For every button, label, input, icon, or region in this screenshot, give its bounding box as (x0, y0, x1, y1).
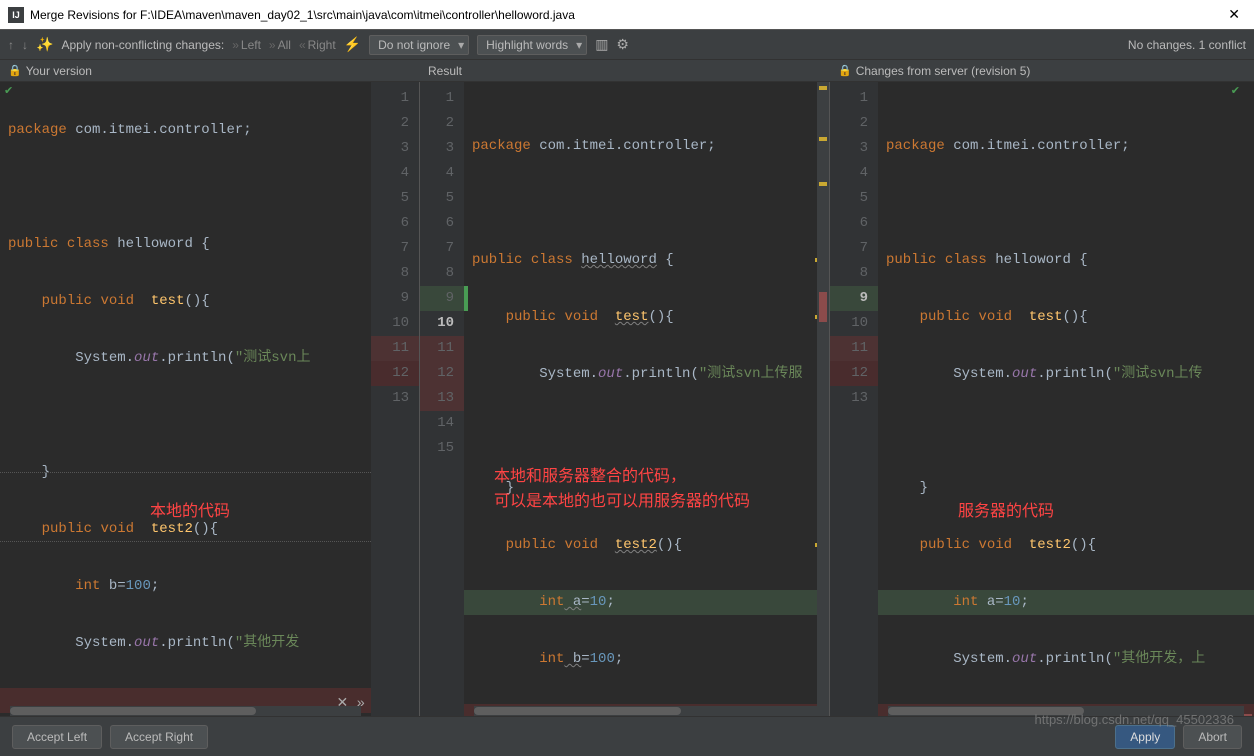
scrollbar-h[interactable] (474, 706, 819, 716)
merge-panes: ✔ package com.itmei.controller; public c… (0, 82, 1254, 716)
pane-server-version[interactable]: 12345678910111213 ✔ package com.itmei.co… (830, 82, 1254, 716)
watermark: https://blog.csdn.net/qq_45502336 (1035, 712, 1235, 727)
gutter-left: 12345678910111213 (371, 82, 419, 716)
next-change-icon[interactable]: ↓ (22, 38, 28, 52)
gear-icon[interactable]: ⚙ (616, 36, 629, 53)
gutter-right: 12345678910111213 (830, 82, 878, 716)
resolve-wand-icon[interactable]: ⚡ (344, 36, 361, 53)
lock-icon: 🔒 (838, 64, 852, 77)
prev-change-icon[interactable]: ↑ (8, 38, 14, 52)
apply-all-button[interactable]: »All (269, 38, 291, 52)
pane-your-version[interactable]: ✔ package com.itmei.controller; public c… (0, 82, 420, 716)
lock-icon: 🔒 (8, 64, 22, 77)
close-icon[interactable]: ✕ (1222, 6, 1246, 23)
header-your-version: 🔒Your version (0, 60, 420, 81)
merge-status: No changes. 1 conflict (1128, 38, 1246, 52)
ignore-dropdown[interactable]: Do not ignore (369, 35, 469, 55)
sync-scroll-icon[interactable]: ▥ (595, 36, 608, 53)
scrollbar-h[interactable] (10, 706, 361, 716)
apply-label: Apply non-conflicting changes: (61, 38, 224, 52)
pane-result[interactable]: 123456789101112131415 package com.itmei.… (420, 82, 830, 716)
gutter-mid-left: 123456789101112131415 (420, 82, 464, 716)
pane-headers: 🔒Your version Result 🔒Changes from serve… (0, 60, 1254, 82)
toolbar: ↑ ↓ ✨ Apply non-conflicting changes: »Le… (0, 30, 1254, 60)
header-result: Result (420, 60, 830, 81)
header-server: 🔒Changes from server (revision 5) (830, 60, 1254, 81)
app-icon: IJ (8, 7, 24, 23)
magic-wand-icon[interactable]: ✨ (36, 36, 53, 53)
error-stripe[interactable] (817, 82, 829, 716)
titlebar: IJ Merge Revisions for F:\IDEA\maven\mav… (0, 0, 1254, 30)
highlight-dropdown[interactable]: Highlight words (477, 35, 587, 55)
window-title: Merge Revisions for F:\IDEA\maven\maven_… (30, 8, 1222, 22)
check-icon: ✔ (1231, 84, 1240, 98)
apply-right-button[interactable]: «Right (299, 38, 336, 52)
apply-left-button[interactable]: »Left (232, 38, 261, 52)
